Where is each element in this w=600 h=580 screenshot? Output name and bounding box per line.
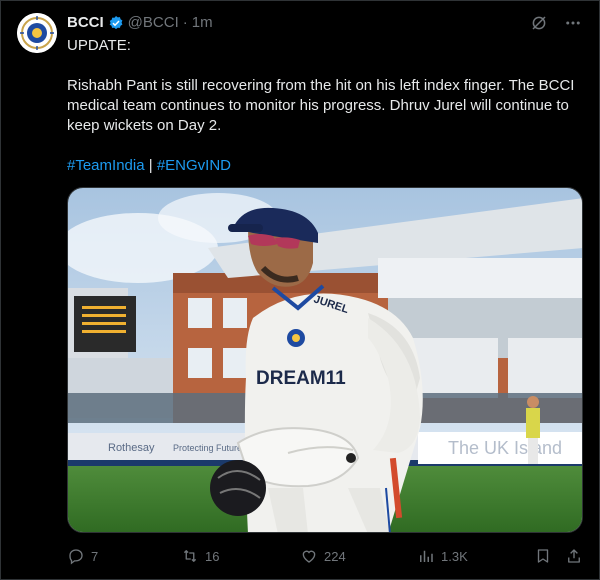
post-photo[interactable]: Rothesay Protecting Futures The UK Islan… [67,187,583,533]
bcci-logo [17,13,57,53]
hashtag-engvind[interactable]: #ENGvIND [157,157,231,174]
avatar[interactable] [17,13,57,53]
board-text-3: The UK Island [448,438,562,458]
share-button[interactable] [565,545,583,567]
reply-count: 7 [91,548,99,564]
views-button[interactable]: 1.3K [417,545,468,567]
photo-cricketer: Rothesay Protecting Futures The UK Islan… [68,188,582,532]
reply-icon [69,549,83,565]
post-body: Rishabh Pant is still recovering from th… [67,77,579,134]
hashtag-separator: | [148,157,153,174]
author-handle[interactable]: @BCCI [128,14,179,31]
views-icon [420,550,433,562]
bookmark-button[interactable] [534,545,552,567]
like-count: 224 [324,548,346,564]
post-header: BCCI @BCCI · 1m [67,14,213,31]
repost-button[interactable]: 16 [181,545,219,567]
verified-badge-icon [109,15,123,29]
like-button[interactable]: 224 [300,545,346,567]
author-name[interactable]: BCCI [67,14,104,31]
board-text-2: Protecting Futures [173,443,247,453]
jersey-sponsor: DREAM11 [256,368,346,389]
hashtag-teamindia[interactable]: #TeamIndia [67,157,145,174]
more-icon[interactable] [564,14,582,32]
like-icon [302,550,316,563]
reply-button[interactable]: 7 [67,545,98,567]
share-icon [568,549,580,563]
update-line: UPDATE: [67,37,131,54]
post-time[interactable]: 1m [192,14,213,31]
hashtag-line: #TeamIndia | #ENGvIND [67,156,582,176]
action-bar: 7 16 224 1.3K [67,545,583,567]
board-text-1: Rothesay [108,442,155,454]
views-count: 1.3K [441,548,468,564]
separator-dot: · [182,14,188,31]
grok-icon[interactable] [530,14,548,32]
repost-count: 16 [205,548,220,564]
bookmark-icon [537,549,549,563]
top-actions [530,14,582,32]
repost-icon [183,550,197,562]
